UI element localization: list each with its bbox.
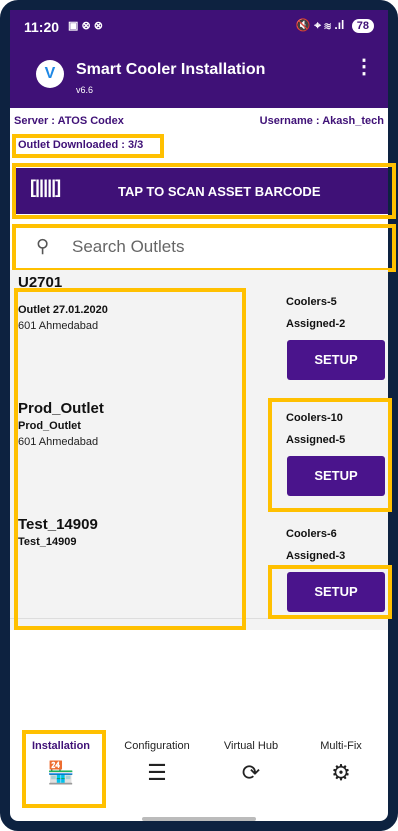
barcode-icon: [|||||] (30, 177, 61, 197)
username-label: Username : Akash_tech (259, 115, 384, 127)
nav-configuration[interactable]: Configuration ☰ (112, 740, 202, 786)
outlet-downloaded-label: Outlet Downloaded : 3/3 (18, 139, 144, 151)
repair-icon: ⚙ (331, 760, 351, 785)
nav-installation[interactable]: Installation 🏪 (16, 740, 106, 786)
app-logo: V (36, 60, 64, 88)
setup-button[interactable]: SETUP (287, 340, 385, 380)
setup-button[interactable]: SETUP (287, 456, 385, 496)
assigned-count: Assigned-5 (286, 434, 346, 446)
pointer-arrow (0, 143, 10, 153)
scan-barcode-button[interactable]: [|||||] TAP TO SCAN ASSET BARCODE (16, 168, 388, 214)
assigned-count: Assigned-2 (286, 318, 346, 330)
scan-button-label: TAP TO SCAN ASSET BARCODE (118, 184, 321, 199)
coolers-count: Coolers-10 (286, 412, 343, 424)
list-item[interactable]: Test_14909 Test_14909 Coolers-6 Assigned… (10, 502, 388, 619)
outlet-city: 601 Ahmedabad (18, 436, 99, 448)
status-right-icons: 🔇 ⌖ ≋ .ıl 78 (296, 18, 374, 33)
list-item[interactable]: U2701 Outlet 27.01.2020 601 Ahmedabad Co… (10, 270, 388, 387)
status-left-icons: ▣ ⊗ ⊗ (68, 20, 103, 32)
app-version: v6.6 (76, 85, 94, 95)
server-label: Server : ATOS Codex (14, 115, 124, 127)
app-bar: V Smart Cooler Installation v6.6 ⋮ (10, 42, 388, 108)
outlet-subtitle: Outlet 27.01.2020 (18, 304, 108, 316)
coolers-count: Coolers-5 (286, 296, 337, 308)
outlet-list: U2701 Outlet 27.01.2020 601 Ahmedabad Co… (10, 270, 388, 630)
home-indicator[interactable] (142, 817, 256, 821)
server-info-row: Server : ATOS Codex Username : Akash_tec… (14, 115, 384, 127)
signal-icons: 🔇 ⌖ ≋ .ıl (295, 18, 345, 32)
search-bar[interactable]: ⚲ Search Outlets (16, 226, 388, 269)
search-input[interactable]: Search Outlets (72, 237, 184, 257)
status-bar: 11:20 ▣ ⊗ ⊗ 🔇 ⌖ ≋ .ıl 78 (10, 10, 388, 42)
outlet-name: U2701 (18, 274, 63, 291)
outlet-name: Test_14909 (18, 516, 98, 533)
app-title: Smart Cooler Installation (76, 61, 266, 78)
nav-multi-fix[interactable]: Multi-Fix ⚙ (296, 740, 386, 786)
setup-button[interactable]: SETUP (287, 572, 385, 612)
outlet-subtitle: Prod_Outlet (18, 420, 81, 432)
assigned-count: Assigned-3 (286, 550, 346, 562)
outlet-city: 601 Ahmedabad (18, 320, 99, 332)
status-time: 11:20 (24, 19, 60, 35)
list-icon: ☰ (147, 760, 167, 785)
bottom-navigation: Installation 🏪 Configuration ☰ Virtual H… (10, 720, 388, 812)
nav-label: Virtual Hub (223, 740, 279, 752)
pointer-arrow (0, 452, 10, 462)
list-item[interactable]: Prod_Outlet Prod_Outlet 601 Ahmedabad Co… (10, 386, 388, 503)
outlet-name: Prod_Outlet (18, 400, 104, 417)
outlet-subtitle: Test_14909 (18, 536, 77, 548)
nav-label: Multi-Fix (320, 740, 362, 752)
nav-label: Configuration (124, 740, 190, 752)
search-icon: ⚲ (36, 236, 50, 256)
coolers-count: Coolers-6 (286, 528, 337, 540)
store-icon: 🏪 (47, 760, 75, 785)
battery-icon: 78 (351, 19, 374, 33)
nav-label: Installation (31, 740, 91, 752)
sync-icon: ⟳ (241, 760, 261, 785)
nav-virtual-hub[interactable]: Virtual Hub ⟳ (206, 740, 296, 786)
more-options-icon[interactable]: ⋮ (354, 54, 374, 79)
